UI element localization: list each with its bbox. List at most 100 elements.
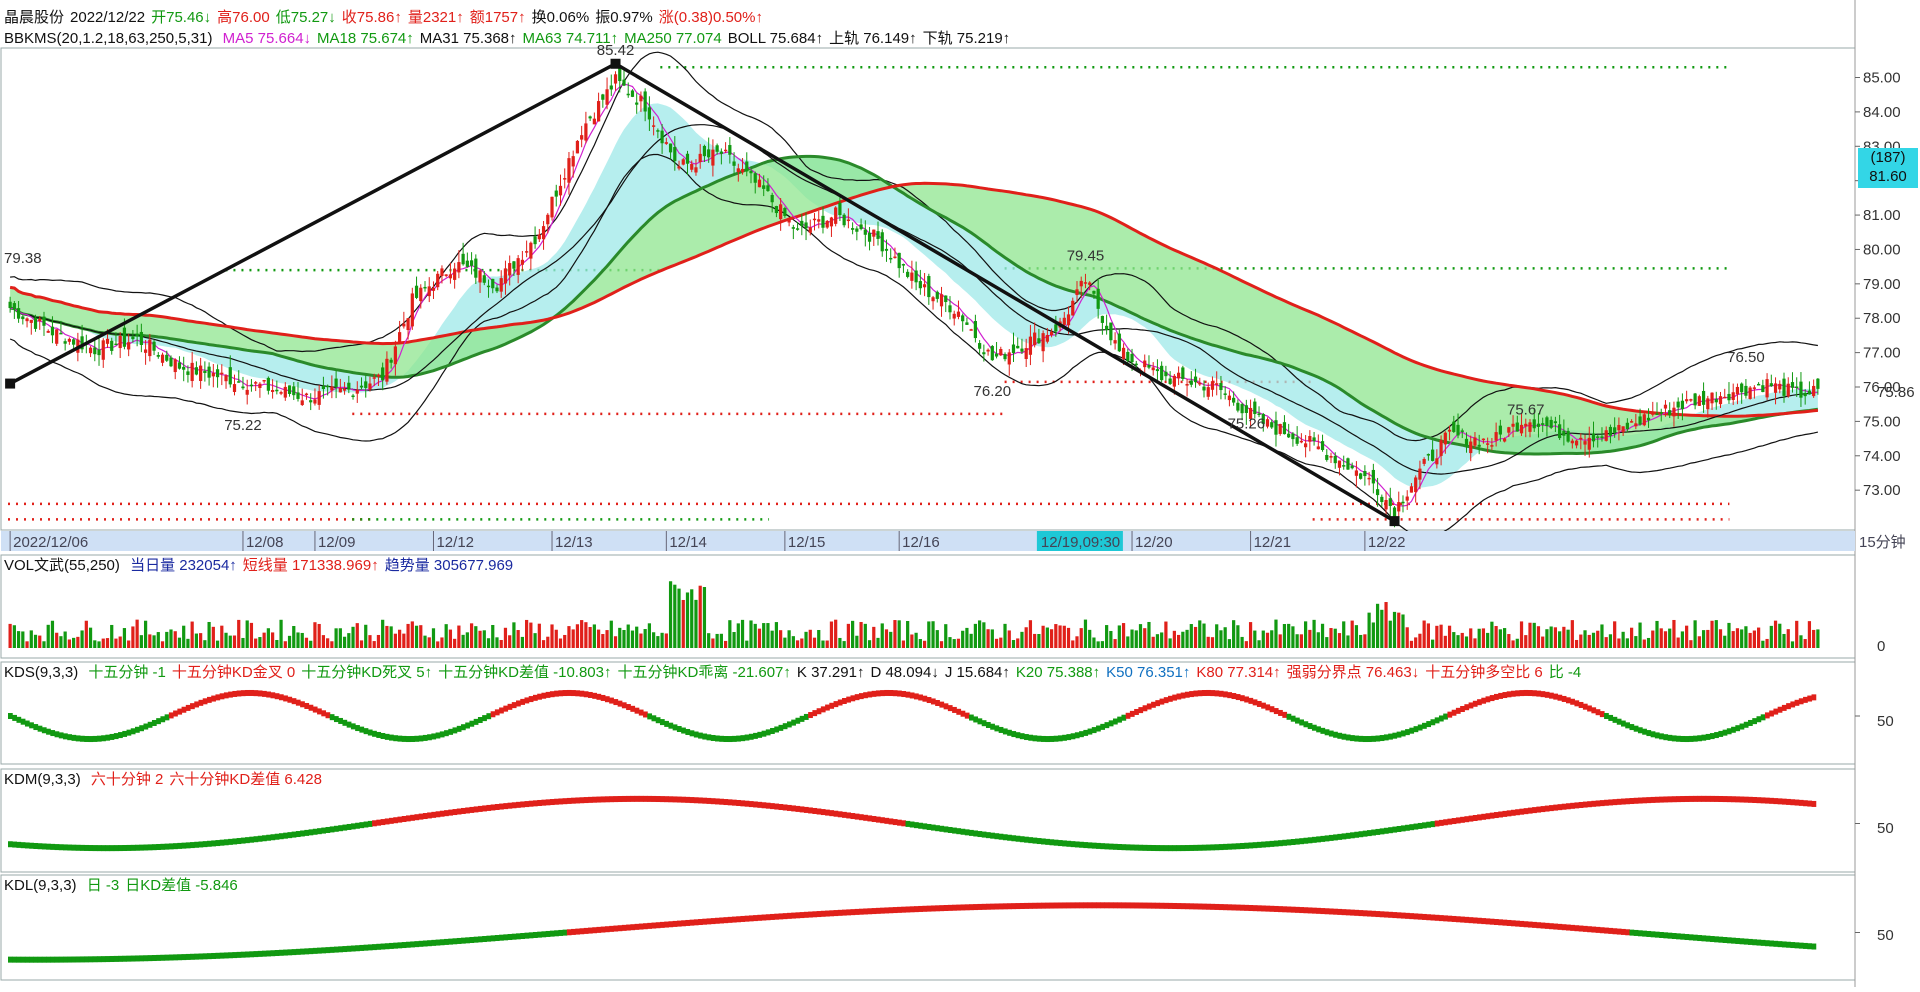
kdm-ribbon-segment — [1540, 806, 1546, 813]
volume-bar — [592, 624, 596, 648]
kdl-ribbon-segment — [854, 908, 860, 915]
kds-ribbon-segment — [833, 701, 839, 708]
kdm-ribbon-segment — [795, 805, 801, 812]
candle-body — [317, 391, 321, 405]
kdl-ribbon-segment — [1616, 928, 1622, 935]
legend-item: D 48.094↓ — [870, 664, 939, 681]
candle-body — [1600, 436, 1604, 439]
kds-ribbon-segment — [1591, 707, 1597, 714]
candle-body — [1668, 410, 1672, 416]
kds-ribbon-segment — [1290, 715, 1296, 722]
kdl-ribbon-segment — [1231, 904, 1237, 911]
candle-body — [525, 251, 529, 253]
candle-body — [414, 285, 419, 298]
volume-bar — [660, 632, 664, 648]
volume-bar — [139, 635, 143, 648]
kdl-ribbon-segment — [1070, 902, 1076, 909]
volume-bar — [999, 637, 1003, 648]
kds-ribbon-segment — [1527, 690, 1533, 697]
candle-body — [46, 330, 50, 333]
peak-label: 79.38 — [4, 250, 42, 267]
kdl-ribbon-segment — [499, 934, 504, 941]
volume-bar — [1261, 630, 1265, 648]
kdm-ribbon-segment — [676, 796, 682, 803]
candle-body — [1621, 426, 1625, 433]
kdm-ribbon-segment — [1451, 818, 1457, 825]
kdl-ribbon-segment — [1604, 927, 1609, 934]
kds-ribbon-segment — [1362, 736, 1368, 743]
kdl-ribbon-segment — [626, 924, 631, 931]
kdm-ribbon-segment — [600, 796, 606, 803]
kds-ribbon-segment — [405, 736, 411, 743]
kdm-ribbon-segment — [1320, 835, 1326, 842]
volume-bar — [1304, 621, 1308, 648]
candle-body — [465, 260, 469, 267]
volume-bar — [1232, 620, 1236, 648]
candle-body — [1477, 444, 1481, 447]
peak-label: 75.67 — [1507, 401, 1545, 418]
candle-body — [1638, 416, 1642, 425]
kds-ribbon-segment — [914, 693, 919, 700]
kdm-ribbon-segment — [1599, 800, 1605, 807]
kdl-ribbon-segment — [414, 941, 420, 948]
volume-bar — [1498, 629, 1502, 648]
kdm-ribbon-segment — [854, 813, 860, 820]
kdl-ribbon-segment — [634, 923, 640, 930]
volume-bar — [245, 620, 249, 648]
kdl-ribbon-segment — [1324, 908, 1330, 915]
volume-bar — [1333, 628, 1337, 648]
kdm-ribbon-segment — [808, 807, 813, 814]
legend-item: 日KD差值 -5.846 — [125, 877, 238, 894]
kdm-ribbon-segment — [1350, 832, 1355, 839]
kdl-ribbon-segment — [566, 929, 572, 936]
volume-bar — [1236, 625, 1240, 648]
kdm-ribbon-segment — [1159, 845, 1165, 852]
chart-stage: 73.00 74.00 75.00 76.00 77.00 78.00 79.00 80.00… — [0, 0, 1920, 987]
legend-item: 日 -3 — [86, 877, 120, 894]
candle-body — [1608, 426, 1613, 436]
volume-bar — [821, 640, 825, 648]
candle-body — [639, 95, 643, 102]
kdl-ribbon-segment — [1540, 922, 1546, 929]
kds-ribbon-segment — [384, 733, 390, 740]
kdm-ribbon-segment — [33, 842, 39, 849]
kdm-ribbon-segment — [571, 797, 576, 804]
kdl-ribbon-segment — [1032, 902, 1038, 909]
volume-bar — [1308, 629, 1312, 648]
volume-bar — [414, 625, 419, 648]
kds-ribbon-segment — [1595, 709, 1601, 716]
kdl-ribbon-segment — [393, 942, 398, 949]
kdl-ribbon-segment — [1252, 905, 1258, 912]
candle-body — [469, 260, 474, 266]
kdl-ribbon-segment — [1786, 941, 1791, 948]
volume-bar — [1215, 624, 1219, 648]
kdm-ribbon-segment — [410, 814, 415, 821]
candle-body — [292, 386, 296, 396]
candle-body — [812, 218, 817, 221]
kdm-axis-label: 50 — [1877, 820, 1894, 837]
volume-bar — [719, 633, 723, 648]
kdm-ribbon-segment — [1798, 799, 1804, 806]
kdm-ribbon-segment — [1587, 801, 1592, 808]
kds-ribbon-segment — [888, 689, 894, 696]
kdl-ribbon-segment — [278, 949, 284, 956]
volume-bar — [605, 630, 609, 648]
volume-bar — [1617, 638, 1621, 648]
peak-label: 76.20 — [974, 383, 1012, 400]
kdl-ribbon-segment — [1333, 908, 1338, 915]
volume-bar — [1028, 620, 1033, 648]
candle-body — [635, 102, 639, 105]
kdl-ribbon-segment — [1405, 912, 1410, 919]
kdm-ribbon-segment — [715, 798, 720, 805]
candle-body — [199, 365, 203, 381]
kds-ribbon-segment — [46, 728, 51, 735]
volume-bar — [948, 637, 952, 648]
kdm-ribbon-segment — [1701, 795, 1707, 802]
candle-body — [122, 327, 127, 347]
volume-bar — [491, 624, 495, 648]
kdl-ribbon-segment — [1367, 910, 1372, 917]
kdl-ribbon-segment — [1041, 902, 1046, 909]
kdm-ribbon-segment — [1680, 796, 1686, 803]
kdl-ribbon-segment — [562, 929, 568, 936]
kdl-ribbon-segment — [1794, 942, 1800, 949]
